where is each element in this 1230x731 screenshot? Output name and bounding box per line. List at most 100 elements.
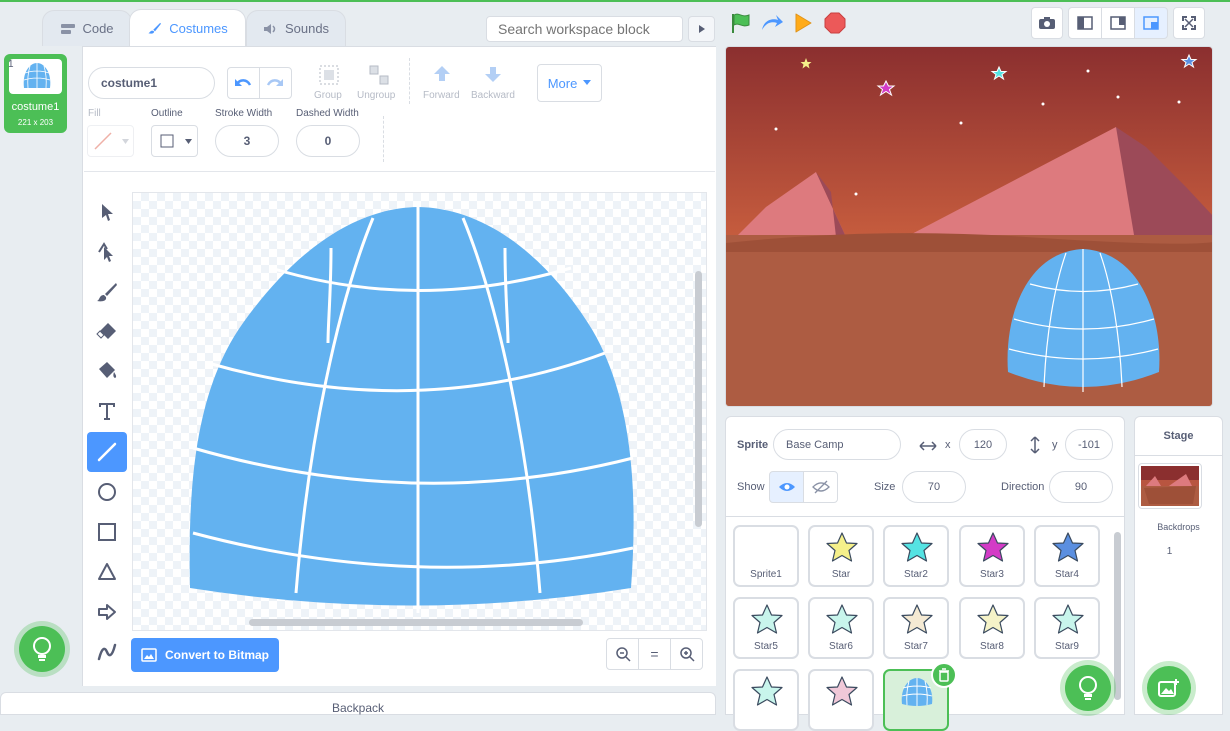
sprite-tile[interactable]: Star4 bbox=[1034, 525, 1100, 587]
sprite-tile[interactable]: Star7 bbox=[883, 597, 949, 659]
sprite-name-input[interactable]: Base Camp bbox=[773, 429, 901, 460]
direction-label: Direction bbox=[1001, 481, 1045, 493]
sprite-tile-label: Star4 bbox=[1055, 569, 1079, 580]
choose-backdrop-button[interactable] bbox=[1147, 666, 1191, 710]
outline-picker[interactable] bbox=[151, 125, 198, 157]
green-flag-icon[interactable] bbox=[729, 12, 751, 34]
sprite-tile[interactable]: Star9 bbox=[1034, 597, 1100, 659]
search-input[interactable] bbox=[486, 16, 683, 42]
sprite-tile-label: Star7 bbox=[904, 641, 928, 652]
tab-costumes[interactable]: Costumes bbox=[129, 9, 246, 46]
eraser-icon bbox=[96, 323, 116, 339]
large-stage-button[interactable] bbox=[1134, 7, 1168, 39]
zoom-reset-button[interactable]: = bbox=[638, 638, 671, 670]
more-button[interactable]: More bbox=[537, 64, 602, 102]
backpack[interactable]: Backpack bbox=[0, 692, 716, 715]
triangle-tool[interactable] bbox=[87, 552, 127, 592]
triangle-icon bbox=[98, 563, 116, 580]
sprite-tile[interactable]: Star3 bbox=[959, 525, 1025, 587]
fill-picker[interactable] bbox=[87, 125, 134, 157]
costume-name-input[interactable]: costume1 bbox=[88, 67, 215, 99]
eraser-tool[interactable] bbox=[87, 311, 127, 351]
backdrop-thumbnail[interactable] bbox=[1138, 463, 1202, 509]
undo-button[interactable] bbox=[228, 68, 260, 98]
brush-tool[interactable] bbox=[87, 272, 127, 312]
sprite-tile[interactable]: Sprite1 bbox=[733, 525, 799, 587]
fill-tool[interactable] bbox=[87, 351, 127, 391]
sprite-tile[interactable]: Star8 bbox=[959, 597, 1025, 659]
sprite-panel-divider bbox=[726, 516, 1124, 517]
small-stage-button[interactable] bbox=[1068, 7, 1102, 39]
star-icon bbox=[977, 532, 1009, 562]
show-label: Show bbox=[737, 481, 765, 493]
backward-icon bbox=[485, 67, 501, 82]
choose-sprite-button[interactable] bbox=[1065, 665, 1111, 711]
group-icon bbox=[319, 65, 339, 85]
forward-button[interactable] bbox=[431, 64, 453, 87]
show-hidden-button[interactable] bbox=[803, 471, 838, 503]
arrow-tool[interactable] bbox=[87, 592, 127, 632]
zoom-out-button[interactable] bbox=[606, 638, 639, 670]
show-visible-button[interactable] bbox=[769, 471, 804, 503]
backdrops-label: Backdrops bbox=[1157, 522, 1200, 532]
turbo-icon[interactable] bbox=[760, 12, 784, 34]
convert-to-bitmap-button[interactable]: Convert to Bitmap bbox=[131, 638, 279, 672]
sprite-tile[interactable]: Star2 bbox=[883, 525, 949, 587]
stop-icon[interactable] bbox=[824, 12, 846, 34]
delete-sprite-button[interactable] bbox=[931, 662, 957, 688]
direction-input[interactable]: 90 bbox=[1049, 471, 1113, 503]
large-stage-icon bbox=[1143, 16, 1159, 30]
rectangle-tool[interactable] bbox=[87, 512, 127, 552]
size-input[interactable]: 70 bbox=[902, 471, 966, 503]
zoom-in-button[interactable] bbox=[670, 638, 703, 670]
backward-button[interactable] bbox=[482, 64, 504, 87]
play-icon[interactable] bbox=[793, 12, 813, 34]
stage[interactable] bbox=[725, 46, 1213, 407]
star-icon bbox=[826, 532, 858, 562]
star-icon bbox=[1052, 532, 1084, 562]
select-tool[interactable] bbox=[87, 192, 127, 232]
circle-tool[interactable] bbox=[87, 472, 127, 512]
text-icon bbox=[99, 403, 115, 420]
stroke-width-input[interactable]: 3 bbox=[215, 125, 279, 157]
star-icon bbox=[901, 604, 933, 634]
fullscreen-button[interactable] bbox=[1173, 7, 1205, 39]
group-button[interactable] bbox=[314, 64, 344, 89]
dashed-width-input[interactable]: 0 bbox=[296, 125, 360, 157]
horizontal-arrows-icon bbox=[919, 441, 937, 451]
sprite-tile[interactable]: Star5 bbox=[733, 597, 799, 659]
reshape-tool[interactable] bbox=[87, 233, 127, 273]
sprite-tile[interactable]: Star bbox=[808, 525, 874, 587]
costume-thumbnail[interactable]: 1 costume1 221 x 203 bbox=[4, 54, 67, 133]
costume-size-label: 221 x 203 bbox=[17, 118, 54, 127]
tab-code[interactable]: Code bbox=[42, 10, 132, 46]
image-icon bbox=[141, 648, 157, 662]
fill-label: Fill bbox=[88, 108, 101, 119]
screenshot-button[interactable] bbox=[1031, 7, 1063, 39]
y-input[interactable]: -101 bbox=[1065, 429, 1113, 460]
igloo-costume-drawing[interactable] bbox=[133, 193, 707, 631]
ungroup-button[interactable] bbox=[364, 64, 394, 89]
search-arrow-button[interactable] bbox=[688, 16, 715, 42]
line-tool[interactable] bbox=[87, 432, 127, 472]
redo-button[interactable] bbox=[260, 68, 291, 98]
convert-label: Convert to Bitmap bbox=[165, 648, 270, 662]
sprite-tile[interactable] bbox=[733, 669, 799, 731]
undo-redo-group bbox=[227, 67, 292, 99]
sprite-tile[interactable] bbox=[808, 669, 874, 731]
brush-icon bbox=[97, 283, 117, 302]
sprite-list-scrollbar[interactable] bbox=[1114, 532, 1121, 700]
backdrop-image bbox=[1141, 466, 1199, 506]
horizontal-scrollbar[interactable] bbox=[249, 619, 583, 626]
paint-canvas[interactable] bbox=[132, 192, 707, 631]
reshape-icon bbox=[98, 242, 113, 262]
choose-costume-button[interactable] bbox=[19, 626, 65, 672]
x-input[interactable]: 120 bbox=[959, 429, 1007, 460]
play-arrow-icon bbox=[698, 25, 705, 33]
normal-stage-button[interactable] bbox=[1101, 7, 1135, 39]
tab-sounds[interactable]: Sounds bbox=[246, 10, 346, 46]
curve-tool[interactable] bbox=[87, 632, 127, 672]
vertical-scrollbar[interactable] bbox=[695, 271, 702, 527]
sprite-tile[interactable]: Star6 bbox=[808, 597, 874, 659]
text-tool[interactable] bbox=[87, 391, 127, 431]
